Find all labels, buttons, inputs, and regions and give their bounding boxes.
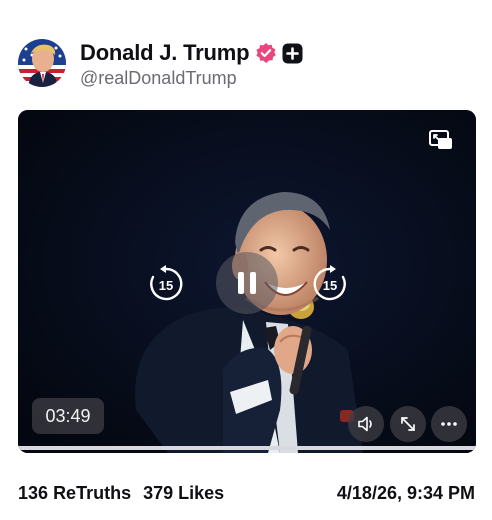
- retruths-link[interactable]: 136 ReTruths: [18, 483, 131, 503]
- forward-15-button[interactable]: 15: [310, 264, 350, 304]
- likes-label: Likes: [178, 483, 225, 503]
- pause-button[interactable]: [216, 252, 278, 314]
- avatar-image: [18, 39, 66, 87]
- picture-in-picture-icon[interactable]: [428, 128, 456, 152]
- post-timestamp[interactable]: 4/18/26, 9:34 PM: [337, 483, 475, 504]
- plus-badge-icon: [282, 43, 303, 64]
- rewind-15-button[interactable]: 15: [146, 264, 186, 304]
- more-dots-icon: [441, 422, 457, 426]
- engagement-stats: 136 ReTruths 379 Likes: [18, 483, 224, 504]
- expand-icon: [401, 417, 415, 431]
- elapsed-time-badge: 03:49: [32, 398, 104, 434]
- author-name-row: Donald J. Trump: [80, 40, 303, 66]
- speaker-icon: [358, 416, 372, 432]
- retruths-label: ReTruths: [53, 483, 132, 503]
- video-player[interactable]: 15 15 03:49: [18, 110, 476, 453]
- likes-count: 379: [143, 483, 174, 503]
- more-options-button[interactable]: [431, 406, 467, 442]
- author-display-name[interactable]: Donald J. Trump: [80, 40, 250, 66]
- verified-check-icon: [255, 42, 277, 64]
- mute-button[interactable]: [348, 406, 384, 442]
- progress-fill: [18, 446, 476, 450]
- fullscreen-button[interactable]: [390, 406, 426, 442]
- rewind-seconds-label: 15: [158, 278, 174, 293]
- author-handle[interactable]: @realDonaldTrump: [80, 68, 237, 89]
- avatar[interactable]: [18, 39, 66, 87]
- likes-link[interactable]: 379 Likes: [143, 483, 224, 503]
- retruths-count: 136: [18, 483, 49, 503]
- pause-icon: [238, 272, 256, 294]
- truth-post: Donald J. Trump @realDonaldTrump 15 15 0…: [0, 0, 492, 520]
- forward-seconds-label: 15: [322, 278, 338, 293]
